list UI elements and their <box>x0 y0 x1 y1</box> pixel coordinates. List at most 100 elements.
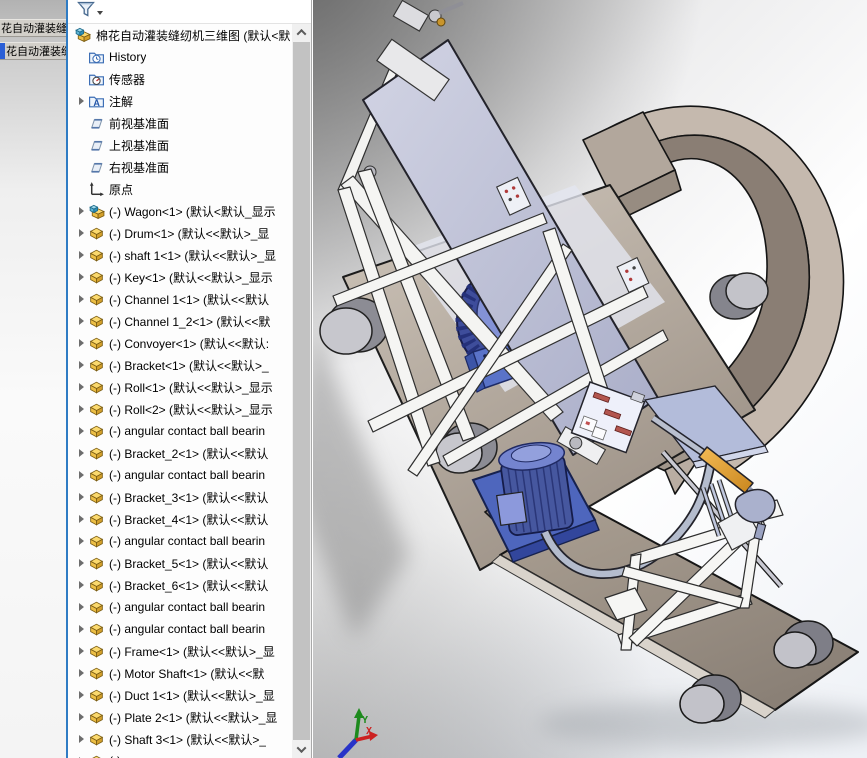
3d-model-scene[interactable]: Y X <box>313 0 867 758</box>
expand-arrow-icon[interactable] <box>74 295 88 303</box>
tree-item[interactable]: 传感器 <box>68 68 292 90</box>
background-window-title[interactable]: 花自动灌装缝纫机 <box>0 42 66 60</box>
tree-item-label: (-) shaft 1<1> (默认<<默认>_显 <box>109 247 276 264</box>
tree-item-label: (-) Channel 1_2<1> (默认<<默 <box>109 313 270 330</box>
expand-arrow-icon[interactable] <box>74 361 88 369</box>
tree-item-label: (-) Channel 1<1> (默认<<默认 <box>109 291 269 308</box>
tree-item-label: (-) Roll<2> (默认<<默认>_显示 <box>109 401 273 418</box>
feature-manager-panel: 棉花自动灌装缝纫机三维图 (默认<默 History传感器A注解前视基准面上视基准… <box>66 0 312 758</box>
tree-root-item[interactable]: 棉花自动灌装缝纫机三维图 (默认<默 <box>68 24 292 46</box>
tree-item[interactable]: (-) Shaft 3<1> (默认<<默认>_ <box>68 728 292 750</box>
annotation-folder-icon: A <box>88 93 105 110</box>
tree-item[interactable]: 上视基准面 <box>68 134 292 156</box>
expand-arrow-icon[interactable] <box>74 449 88 457</box>
expand-arrow-icon[interactable] <box>74 735 88 743</box>
expand-arrow-icon[interactable] <box>74 625 88 633</box>
expand-arrow-icon[interactable] <box>74 515 88 523</box>
assembly-icon <box>74 26 92 44</box>
tree-item[interactable]: (-) Frame<1> (默认<<默认>_显 <box>68 640 292 662</box>
tree-item[interactable]: (-) Bracket_4<1> (默认<<默认 <box>68 508 292 530</box>
expand-arrow-icon[interactable] <box>74 339 88 347</box>
expand-arrow-icon[interactable] <box>74 383 88 391</box>
expand-arrow-icon[interactable] <box>74 251 88 259</box>
assembly-icon <box>88 203 105 220</box>
scroll-up-button[interactable] <box>292 24 311 41</box>
expand-arrow-icon[interactable] <box>74 559 88 567</box>
filter-dropdown-caret-icon[interactable] <box>97 11 103 15</box>
expand-arrow-icon[interactable] <box>74 471 88 479</box>
tree-item-label: (-) angular contact ball bearin <box>109 534 265 548</box>
expand-arrow-icon[interactable] <box>74 581 88 589</box>
part-icon <box>88 467 105 484</box>
tree-scrollbar[interactable] <box>292 24 311 758</box>
tree-item[interactable]: 前视基准面 <box>68 112 292 134</box>
part-icon <box>88 489 105 506</box>
scrollbar-thumb[interactable] <box>293 42 310 740</box>
expand-arrow-icon[interactable] <box>74 273 88 281</box>
expand-arrow-icon[interactable] <box>74 493 88 501</box>
tree-item[interactable]: (-) Wagon<1> (默认<默认_显示 <box>68 200 292 222</box>
tree-item[interactable]: (-) Bracket_3<1> (默认<<默认 <box>68 486 292 508</box>
tree-item[interactable]: (-) angular contact ball bearin <box>68 530 292 552</box>
triad-y-label: Y <box>362 715 368 726</box>
expand-arrow-icon[interactable] <box>74 427 88 435</box>
part-icon <box>88 709 105 726</box>
expand-arrow-icon[interactable] <box>74 537 88 545</box>
graphics-viewport[interactable]: Y X <box>313 0 867 758</box>
expand-arrow-icon[interactable] <box>74 405 88 413</box>
origin-icon <box>88 181 105 198</box>
expand-arrow-icon[interactable] <box>74 669 88 677</box>
scroll-down-button[interactable] <box>292 741 311 758</box>
tree-item-label: 原点 <box>109 181 133 198</box>
tree-item-label: 前视基准面 <box>109 115 169 132</box>
view-triad: Y X <box>339 708 378 758</box>
tree-item[interactable]: (-) Roll<2> (默认<<默认>_显示 <box>68 398 292 420</box>
tree-item[interactable]: 右视基准面 <box>68 156 292 178</box>
tree-item[interactable]: (-) shaft 1<1> (默认<<默认>_显 <box>68 244 292 266</box>
part-icon <box>88 423 105 440</box>
tree-item[interactable]: (-) Bracket_6<1> (默认<<默认 <box>68 574 292 596</box>
tree-item[interactable]: (-) Bracket<1> (默认<<默认>_ <box>68 354 292 376</box>
tree-item[interactable]: (-) Roll<1> (默认<<默认>_显示 <box>68 376 292 398</box>
tree-item-label: (-) angular contact ball bearin <box>109 622 265 636</box>
tree-item[interactable]: (-) <box>68 750 292 758</box>
part-icon <box>88 577 105 594</box>
tree-item[interactable]: (-) Duct 1<1> (默认<<默认>_显 <box>68 684 292 706</box>
expand-arrow-icon[interactable] <box>74 229 88 237</box>
expand-arrow-icon[interactable] <box>74 647 88 655</box>
tree-item[interactable]: (-) angular contact ball bearin <box>68 464 292 486</box>
tree-item[interactable]: (-) Bracket_2<1> (默认<<默认 <box>68 442 292 464</box>
tree-item[interactable]: (-) Channel 1<1> (默认<<默认 <box>68 288 292 310</box>
expand-arrow-icon[interactable] <box>74 317 88 325</box>
tree-item-label: (-) Bracket_6<1> (默认<<默认 <box>109 577 268 594</box>
tree-item[interactable]: (-) Channel 1_2<1> (默认<<默 <box>68 310 292 332</box>
tree-item-label: (-) Convoyer<1> (默认<<默认: <box>109 335 269 352</box>
part-icon <box>88 445 105 462</box>
tree-item[interactable]: (-) angular contact ball bearin <box>68 618 292 640</box>
triad-x-label: X <box>366 726 372 737</box>
filter-button[interactable] <box>74 0 106 24</box>
tree-item[interactable]: (-) Key<1> (默认<<默认>_显示 <box>68 266 292 288</box>
background-window-title[interactable]: 花自动灌装缝纫机 <box>0 19 66 37</box>
tree-item-label: (-) Shaft 3<1> (默认<<默认>_ <box>109 731 266 748</box>
expand-arrow-icon[interactable] <box>74 691 88 699</box>
chevron-up-icon <box>297 29 307 39</box>
expand-arrow-icon[interactable] <box>74 603 88 611</box>
tree-item[interactable]: (-) Motor Shaft<1> (默认<<默 <box>68 662 292 684</box>
tree-item[interactable]: History <box>68 46 292 68</box>
tree-item[interactable]: (-) Bracket_5<1> (默认<<默认 <box>68 552 292 574</box>
tree-item[interactable]: (-) angular contact ball bearin <box>68 596 292 618</box>
expand-arrow-icon[interactable] <box>74 97 88 105</box>
tree-item[interactable]: (-) angular contact ball bearin <box>68 420 292 442</box>
tree-item[interactable]: 原点 <box>68 178 292 200</box>
tree-item[interactable]: (-) Drum<1> (默认<<默认>_显 <box>68 222 292 244</box>
part-icon <box>88 401 105 418</box>
tree-item-label: 棉花自动灌装缝纫机三维图 (默认<默 <box>96 27 290 44</box>
plane-icon <box>88 159 105 176</box>
expand-arrow-icon[interactable] <box>74 207 88 215</box>
tree-item[interactable]: A注解 <box>68 90 292 112</box>
tree-item[interactable]: (-) Convoyer<1> (默认<<默认: <box>68 332 292 354</box>
background-windows-strip: 花自动灌装缝纫机 花自动灌装缝纫机 <box>0 0 66 758</box>
tree-item[interactable]: (-) Plate 2<1> (默认<<默认>_显 <box>68 706 292 728</box>
expand-arrow-icon[interactable] <box>74 713 88 721</box>
